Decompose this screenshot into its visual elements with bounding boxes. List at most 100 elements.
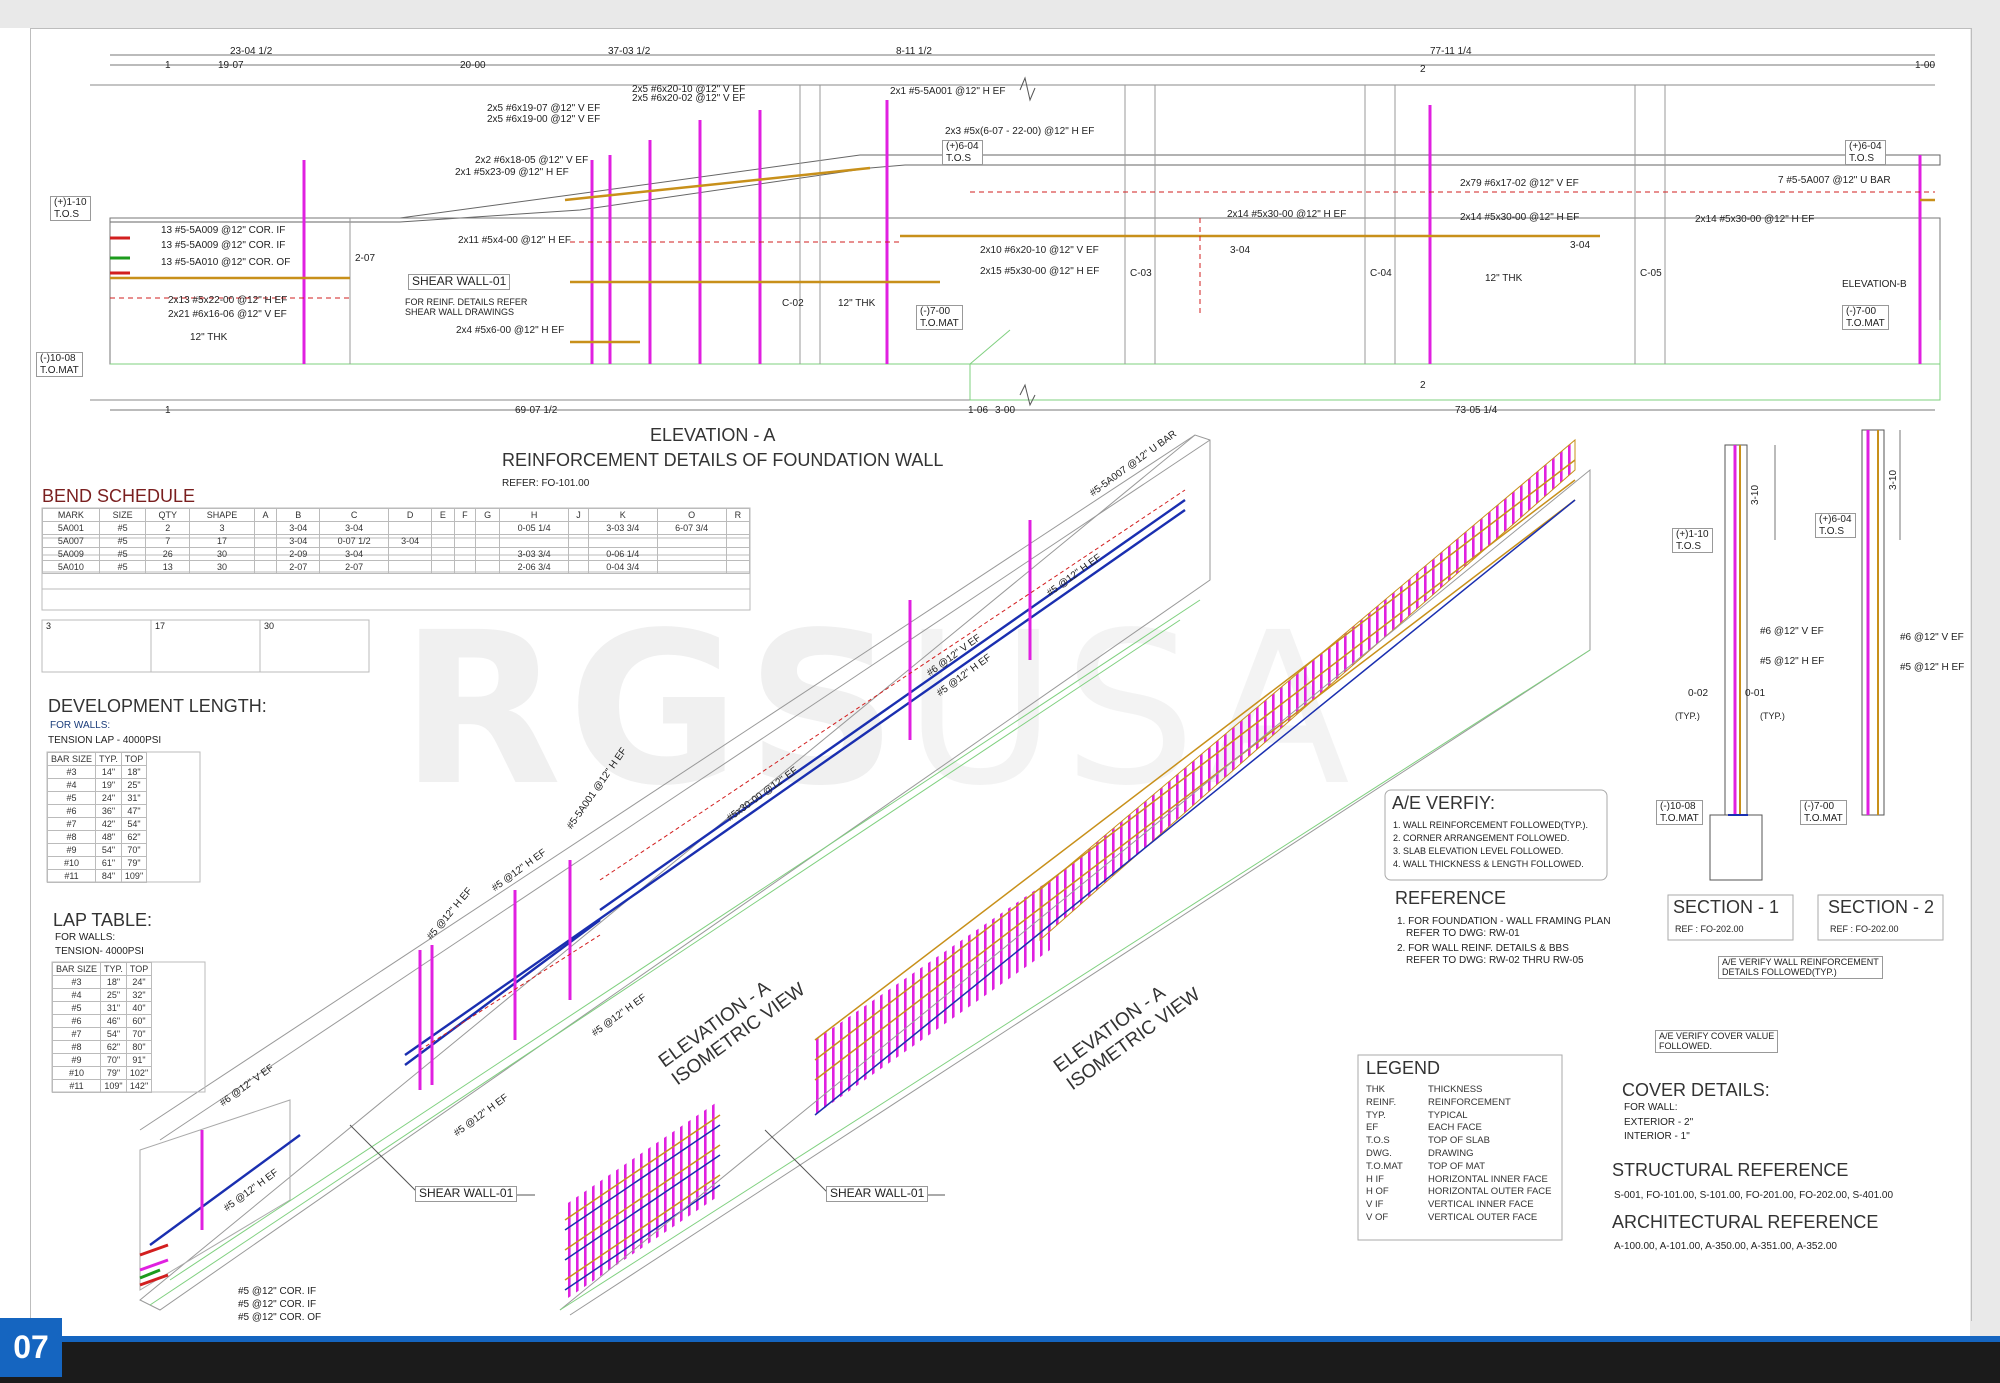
legend-abbr: V IF (1366, 1199, 1384, 1211)
table-cell (388, 521, 433, 535)
callout: 2x5 #6x19-07 @12" V EF (487, 103, 601, 114)
legend-meaning: TYPICAL (1428, 1109, 1468, 1121)
table-cell: 46" (100, 1014, 127, 1028)
col-label: C-02 (782, 298, 804, 309)
sec1-typ: (TYP.) (1675, 711, 1700, 721)
callout: 2x5 #6x20-02 @12" V EF (632, 93, 746, 104)
table-row: #7 42" 54" (46, 817, 148, 831)
table-cell (431, 560, 455, 574)
table-cell: 24" (95, 791, 122, 805)
table-cell: 3-03 3/4 (587, 521, 658, 535)
table-cell: 2-06 3/4 (499, 560, 570, 574)
table-header-cell: TOP (120, 752, 148, 766)
table-cell: 5A001 (42, 521, 100, 535)
thk-label: 12" THK (838, 298, 876, 309)
table-cell (725, 534, 751, 548)
table-header-cell: SHAPE (189, 508, 255, 522)
sec2-h: #5 @12" H EF (1900, 662, 1965, 673)
table-cell (388, 560, 433, 574)
table-row: #5 31" 40" (51, 1001, 153, 1015)
table-cell: 31" (120, 791, 148, 805)
table-row: #11 109" 142" (51, 1079, 153, 1093)
dev-length-line1: FOR WALLS: (50, 720, 111, 731)
ae-verify-item: 2. CORNER ARRANGEMENT FOLLOWED. (1393, 833, 1570, 843)
table-cell: #6 (46, 804, 97, 818)
table-cell: 17 (189, 534, 255, 548)
cover-title: COVER DETAILS: (1622, 1080, 1770, 1100)
table-cell: #8 (46, 830, 97, 844)
table-cell (499, 534, 570, 548)
table-row: #4 19" 25" (46, 778, 148, 792)
table-cell: #3 (51, 975, 102, 989)
elevation-a (90, 54, 1941, 411)
elev-tag: (+)6-04 T.O.S (1845, 140, 1886, 165)
legend-abbr: H OF (1366, 1186, 1389, 1198)
table-row: #4 25" 32" (51, 988, 153, 1002)
table-header-cell: SIZE (98, 508, 147, 522)
table-cell: 54" (120, 817, 148, 831)
callout: 2x21 #6x16-06 @12" V EF (168, 309, 287, 320)
table-header-row: MARK SIZE QTY SHAPE A B C D E F G H J K O R (42, 508, 751, 522)
legend-item: REINF. REINFORCEMENT (1366, 1097, 1552, 1110)
dim-label: 3-04 (1570, 240, 1591, 251)
dim-bot-4: 73-05 1/4 (1455, 405, 1498, 416)
table-cell (453, 547, 477, 561)
ae-verify-item: 1. WALL REINFORCEMENT FOLLOWED(TYP.). (1393, 820, 1589, 830)
table-cell: 79" (100, 1066, 127, 1080)
table-header-cell: BAR SIZE (46, 752, 97, 766)
table-cell (453, 560, 477, 574)
sec1-dim: 3-10 (1750, 484, 1761, 505)
table-cell (475, 560, 501, 574)
table-cell: 0-07 1/2 (319, 534, 390, 548)
callout: 2x13 #5x22-00 @12" H EF (168, 295, 288, 306)
callout: 2x15 #5x30-00 @12" H EF (980, 266, 1100, 277)
callout: 2x10 #6x20-10 @12" V EF (980, 245, 1099, 256)
callout: 13 #5-5A009 @12" COR. IF (161, 240, 286, 251)
legend-meaning: HORIZONTAL OUTER FACE (1428, 1186, 1552, 1198)
dim-top-7: 20-00 (460, 60, 486, 71)
dim-top-4: 77-11 1/4 (1430, 46, 1472, 57)
legend-meaning: TOP OF MAT (1428, 1160, 1486, 1172)
dim-top-8: 1 (165, 60, 171, 71)
table-header-cell: B (276, 508, 321, 522)
table-row: #8 48" 62" (46, 830, 148, 844)
sec2-tag: (-)7-00 T.O.MAT (1800, 800, 1847, 825)
table-cell: 14" (95, 765, 122, 779)
thk-label: 12" THK (190, 332, 228, 343)
table-cell: 40" (125, 1001, 153, 1015)
legend-abbr: H IF (1366, 1173, 1384, 1185)
table-header-cell: QTY (145, 508, 191, 522)
sec1-h: #5 @12" H EF (1760, 656, 1825, 667)
table-header-cell: F (453, 508, 477, 522)
callout: 2x2 #6x18-05 @12" V EF (475, 155, 589, 166)
table-cell (568, 521, 589, 535)
reference-title: REFERENCE (1395, 888, 1507, 908)
table-cell: 3 (189, 521, 255, 535)
table-header-row: BAR SIZE TYP. TOP (46, 752, 148, 766)
table-row: #3 18" 24" (51, 975, 153, 989)
sec2-tag: (+)6-04 T.O.S (1815, 513, 1856, 538)
table-cell: 3-04 (388, 534, 433, 548)
legend-item: EF EACH FACE (1366, 1122, 1552, 1135)
callout: 2x1 #5x23-09 @12" H EF (455, 167, 569, 178)
legend-item: V IF VERTICAL INNER FACE (1366, 1199, 1552, 1212)
cover-note: A/E VERIFY COVER VALUE FOLLOWED. (1655, 1030, 1779, 1053)
table-cell: #11 (51, 1079, 102, 1093)
table-row: 5A007 #5 7 17 3-04 0-07 1/2 3-04 (42, 534, 751, 548)
dim-bot-6: 2 (1420, 380, 1426, 391)
table-cell: 48" (95, 830, 122, 844)
table-cell (453, 521, 477, 535)
sec1-v: #6 @12" V EF (1760, 626, 1824, 637)
table-row: #10 61" 79" (46, 856, 148, 870)
ae-verify-title: A/E VERFIY: (1392, 793, 1496, 813)
table-cell: 3-03 3/4 (499, 547, 570, 561)
callout: 2x14 #5x30-00 @12" H EF (1460, 212, 1580, 223)
table-cell: 109" (120, 869, 148, 883)
table-header-cell: MARK (42, 508, 100, 522)
shear-wall-label: SHEAR WALL-01 (826, 1186, 929, 1202)
table-row: #11 84" 109" (46, 869, 148, 883)
table-cell: 5A007 (42, 534, 100, 548)
table-cell: 80" (125, 1040, 153, 1054)
table-cell: 0-05 1/4 (499, 521, 570, 535)
table-cell (431, 521, 455, 535)
